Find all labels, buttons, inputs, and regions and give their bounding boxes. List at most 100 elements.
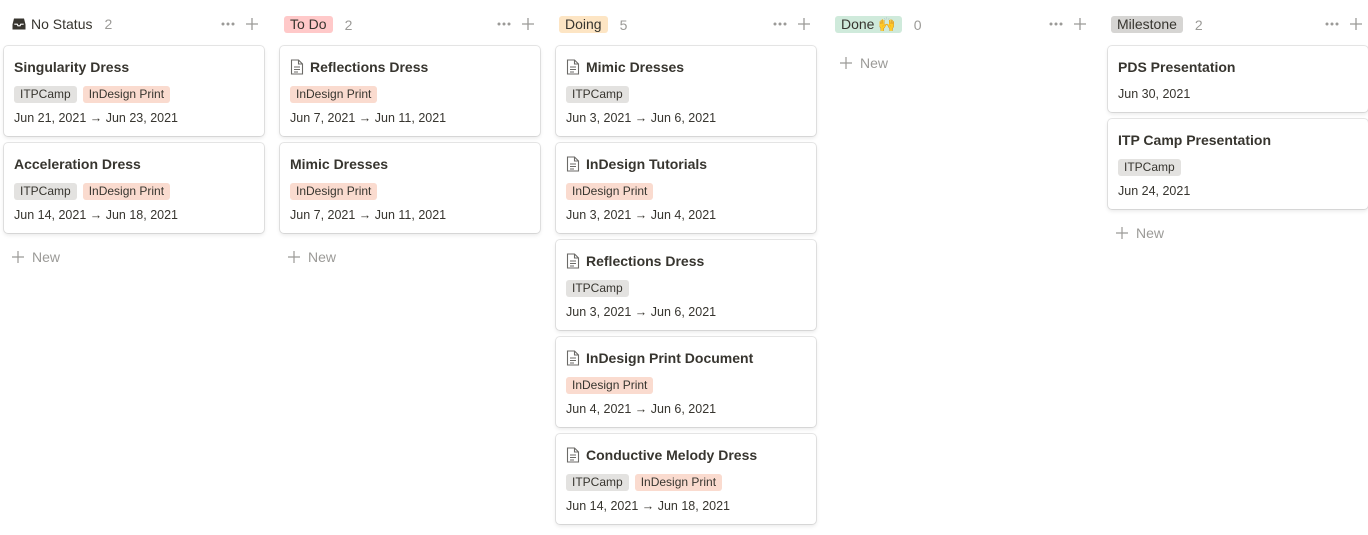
column-count: 2 bbox=[1194, 16, 1203, 33]
column-more-button[interactable] bbox=[494, 14, 514, 34]
card-tags: InDesign Print bbox=[290, 183, 383, 200]
card-date: Jun 14, 2021 → Jun 18, 2021 bbox=[14, 208, 179, 222]
card-tags: InDesign Print bbox=[290, 86, 383, 103]
column-title: Doing bbox=[559, 16, 608, 33]
card-title-text: PDS Presentation bbox=[1118, 59, 1236, 75]
column-add-button[interactable] bbox=[242, 14, 262, 34]
kanban-board: No Status 2 Singularity Dress ITPCamp In… bbox=[0, 0, 1368, 535]
column-more-button[interactable] bbox=[1322, 14, 1342, 34]
column-count: 2 bbox=[344, 16, 353, 33]
card[interactable]: Mimic Dresses InDesign Print Jun 7, 2021… bbox=[280, 143, 540, 233]
plus-icon bbox=[246, 18, 258, 30]
ellipsis-icon bbox=[1049, 22, 1063, 26]
card[interactable]: Reflections Dress InDesign Print Jun 7, … bbox=[280, 46, 540, 136]
card[interactable]: InDesign Print Document InDesign Print J… bbox=[556, 337, 816, 427]
card-title: Mimic Dresses bbox=[290, 156, 388, 172]
card[interactable]: Acceleration Dress ITPCamp InDesign Prin… bbox=[4, 143, 264, 233]
card[interactable]: Mimic Dresses ITPCamp Jun 3, 2021 → Jun … bbox=[556, 46, 816, 136]
card-title: Reflections Dress bbox=[290, 59, 428, 75]
column-add-button[interactable] bbox=[1070, 14, 1090, 34]
tag-itpcamp: ITPCamp bbox=[14, 183, 77, 200]
card-title-text: Mimic Dresses bbox=[586, 59, 685, 75]
card-title-text: Reflections Dress bbox=[310, 59, 429, 75]
card-title: ITP Camp Presentation bbox=[1118, 132, 1271, 148]
new-card-label: New bbox=[32, 249, 61, 265]
column-add-button[interactable] bbox=[1346, 14, 1366, 34]
tag-itpcamp: ITPCamp bbox=[566, 86, 629, 103]
new-card-label: New bbox=[860, 55, 889, 71]
tag-indesign-print: InDesign Print bbox=[290, 183, 378, 200]
tag-indesign-print: InDesign Print bbox=[82, 183, 171, 200]
new-card-button[interactable]: New bbox=[288, 247, 336, 267]
column-add-button[interactable] bbox=[518, 14, 538, 34]
card-title: Singularity Dress bbox=[14, 59, 129, 75]
card-title-text: Acceleration Dress bbox=[14, 156, 141, 172]
ellipsis-icon bbox=[773, 22, 787, 26]
new-card-button[interactable]: New bbox=[1116, 223, 1164, 243]
card-tags: ITPCamp bbox=[1118, 159, 1187, 176]
column-title: Done 🙌 bbox=[835, 16, 902, 33]
card-date: Jun 7, 2021 → Jun 11, 2021 bbox=[290, 208, 447, 222]
card-title: Mimic Dresses bbox=[566, 59, 684, 75]
column-header: No Status 2 bbox=[4, 12, 266, 36]
card-tags: InDesign Print bbox=[566, 183, 659, 200]
document-icon bbox=[566, 253, 580, 269]
tag-itpcamp: ITPCamp bbox=[1118, 159, 1181, 176]
tag-indesign-print: InDesign Print bbox=[566, 377, 654, 394]
card-date: Jun 21, 2021 → Jun 23, 2021 bbox=[14, 111, 179, 125]
card-title: Reflections Dress bbox=[566, 253, 704, 269]
card[interactable]: Reflections Dress ITPCamp Jun 3, 2021 → … bbox=[556, 240, 816, 330]
card-date: Jun 14, 2021 → Jun 18, 2021 bbox=[566, 499, 731, 513]
inbox-icon bbox=[12, 17, 26, 31]
card-title: PDS Presentation bbox=[1118, 59, 1235, 75]
document-icon bbox=[290, 59, 304, 75]
plus-icon bbox=[1116, 227, 1128, 239]
column-count: 2 bbox=[104, 16, 113, 32]
ellipsis-icon bbox=[1325, 22, 1339, 26]
plus-icon bbox=[288, 251, 300, 263]
plus-icon bbox=[798, 18, 810, 30]
card-date: Jun 3, 2021 → Jun 6, 2021 bbox=[566, 111, 717, 125]
column-more-button[interactable] bbox=[218, 14, 238, 34]
card-title-text: Singularity Dress bbox=[14, 59, 130, 75]
card-title-text: Conductive Melody Dress bbox=[586, 447, 758, 463]
plus-icon bbox=[12, 251, 24, 263]
plus-icon bbox=[1074, 18, 1086, 30]
column-more-button[interactable] bbox=[1046, 14, 1066, 34]
column-count: 5 bbox=[619, 16, 628, 33]
column-header: Milestone 2 bbox=[1108, 12, 1368, 36]
tag-itpcamp: ITPCamp bbox=[566, 280, 629, 297]
plus-icon bbox=[840, 57, 852, 69]
card-title: InDesign Tutorials bbox=[566, 156, 707, 172]
column-title: Milestone bbox=[1111, 16, 1183, 33]
card-title-text: InDesign Tutorials bbox=[586, 156, 708, 172]
column-more-button[interactable] bbox=[770, 14, 790, 34]
card[interactable]: PDS Presentation Jun 30, 2021 bbox=[1108, 46, 1368, 112]
card-date: Jun 30, 2021 bbox=[1118, 87, 1191, 101]
card[interactable]: ITP Camp Presentation ITPCamp Jun 24, 20… bbox=[1108, 119, 1368, 209]
card-tags: ITPCamp InDesign Print bbox=[566, 474, 728, 491]
document-icon bbox=[566, 350, 580, 366]
card[interactable]: Singularity Dress ITPCamp InDesign Print… bbox=[4, 46, 264, 136]
column-title: To Do bbox=[284, 16, 333, 33]
new-card-label: New bbox=[308, 249, 337, 265]
card-title: Acceleration Dress bbox=[14, 156, 141, 172]
card-date: Jun 4, 2021 → Jun 6, 2021 bbox=[566, 402, 717, 416]
new-card-button[interactable]: New bbox=[840, 53, 888, 73]
card-date: Jun 3, 2021 → Jun 6, 2021 bbox=[566, 305, 717, 319]
tag-indesign-print: InDesign Print bbox=[634, 474, 723, 491]
document-icon bbox=[566, 59, 580, 75]
column-add-button[interactable] bbox=[794, 14, 814, 34]
tag-indesign-print: InDesign Print bbox=[82, 86, 171, 103]
card-title-text: InDesign Print Document bbox=[586, 350, 754, 366]
new-card-button[interactable]: New bbox=[12, 247, 60, 267]
document-icon bbox=[566, 156, 580, 172]
plus-icon bbox=[1350, 18, 1362, 30]
card-date: Jun 7, 2021 → Jun 11, 2021 bbox=[290, 111, 447, 125]
card-tags: InDesign Print bbox=[566, 377, 659, 394]
card[interactable]: Conductive Melody Dress ITPCamp InDesign… bbox=[556, 434, 816, 524]
card[interactable]: InDesign Tutorials InDesign Print Jun 3,… bbox=[556, 143, 816, 233]
card-title-text: Reflections Dress bbox=[586, 253, 705, 269]
plus-icon bbox=[522, 18, 534, 30]
card-tags: ITPCamp InDesign Print bbox=[14, 86, 176, 103]
